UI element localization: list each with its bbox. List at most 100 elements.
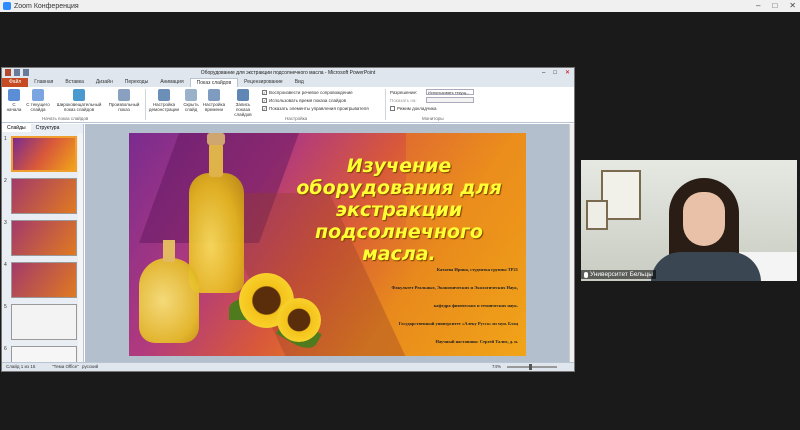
- zoom-window-title: Zoom Конференция: [14, 2, 79, 10]
- tab-outline-pane[interactable]: Структура: [31, 124, 65, 132]
- checkbox-checked-icon: ✓: [262, 90, 267, 95]
- slide-thumbnail[interactable]: [11, 262, 77, 298]
- microphone-icon: [584, 271, 588, 278]
- custom-show-button[interactable]: Произвольный показ: [106, 89, 142, 112]
- slide-thumbnail[interactable]: [11, 304, 77, 340]
- slide-thumbnail[interactable]: [11, 136, 77, 172]
- tab-home[interactable]: Главная: [28, 78, 59, 87]
- thumb-number: 3: [4, 220, 7, 226]
- tab-design[interactable]: Дизайн: [90, 78, 119, 87]
- slideshow-current-icon: [32, 89, 44, 101]
- slide-info-line: кафедра физических и технических наук.: [433, 303, 518, 308]
- slide-info-line: Катаева Ирина, студентка группы ТР21: [436, 267, 518, 272]
- slide-counter: Слайд 1 из 15: [6, 364, 36, 369]
- participant-body: [651, 252, 761, 281]
- rehearse-timings-button[interactable]: Настройка времени: [202, 89, 226, 112]
- group-separator: [145, 89, 146, 120]
- slide-thumbnail[interactable]: [11, 220, 77, 256]
- participant-namebar: Университет Бельцы: [581, 270, 656, 279]
- resolution-dropdown[interactable]: Использовать текущ...: [426, 89, 474, 95]
- group-monitors-label: Мониторы: [422, 116, 444, 121]
- checkbox-unchecked-icon: [390, 106, 395, 111]
- sunflower-image: [277, 298, 321, 342]
- tab-transitions[interactable]: Переходы: [119, 78, 154, 87]
- from-current-button[interactable]: С текущего слайда: [26, 89, 50, 112]
- ribbon: С начала С текущего слайда Широковещател…: [2, 87, 574, 123]
- ppt-titlebar: Оборудование для экстракции подсолнечног…: [2, 68, 574, 78]
- slide-info-line: Научный наставник: Сергей Талпэ, д. н.: [435, 339, 518, 344]
- broadcast-button[interactable]: Широковещательный показ слайдов: [54, 89, 104, 112]
- presenter-view-checkbox[interactable]: Режим докладчика: [390, 106, 436, 111]
- tab-review[interactable]: Рецензирование: [238, 78, 289, 87]
- slide-info-line: Факультет Реальных, Экономических и Экол…: [391, 285, 519, 290]
- ppt-minimize-icon[interactable]: –: [542, 68, 545, 78]
- tab-view[interactable]: Вид: [289, 78, 310, 87]
- tab-file[interactable]: Файл: [2, 78, 29, 87]
- slide-editor-area: Изучение оборудования для экстракции под…: [85, 124, 569, 364]
- checkbox-checked-icon: ✓: [262, 106, 267, 111]
- zoom-slider[interactable]: [507, 364, 557, 370]
- zoom-titlebar: Zoom Конференция – □ ✕: [0, 0, 800, 12]
- controls-checkbox[interactable]: ✓ Показать элементы управления проигрыват…: [262, 106, 369, 111]
- thumb-scrollbar[interactable]: [78, 133, 83, 363]
- participant-face: [683, 192, 725, 246]
- current-slide[interactable]: Изучение оборудования для экстракции под…: [129, 133, 526, 356]
- slideshow-icon: [8, 89, 20, 101]
- ppt-window-title: Оборудование для экстракции подсолнечног…: [200, 70, 376, 76]
- oil-bottle-small-image: [139, 240, 199, 343]
- tab-animations[interactable]: Анимация: [154, 78, 189, 87]
- zoom-slider-knob[interactable]: [529, 364, 532, 370]
- powerpoint-window: Оборудование для экстракции подсолнечног…: [1, 67, 575, 372]
- vertical-scrollbar[interactable]: [569, 124, 574, 364]
- theme-name: "Тема Office": [52, 364, 79, 369]
- narration-checkbox[interactable]: ✓ Воспроизвести речевое сопровождение: [262, 90, 353, 95]
- participant-video[interactable]: Университет Бельцы: [581, 160, 797, 281]
- zoom-logo-icon: [3, 2, 11, 10]
- resolution-label: Разрешение:: [390, 90, 418, 95]
- minimize-icon[interactable]: –: [756, 0, 760, 12]
- show-on-label: Показать на:: [390, 98, 417, 103]
- clock-icon: [208, 89, 220, 101]
- show-on-dropdown[interactable]: [426, 97, 474, 103]
- bottle-cork: [207, 133, 225, 145]
- slide-thumbnail[interactable]: [11, 178, 77, 214]
- status-bar: Слайд 1 из 15 "Тема Office" русский 74%: [2, 362, 574, 371]
- thumb-number: 1: [4, 136, 7, 142]
- ppt-maximize-icon[interactable]: □: [553, 68, 557, 78]
- timings-checkbox[interactable]: ✓ Использовать время показа слайдов: [262, 98, 346, 103]
- bottle-neck: [163, 240, 175, 262]
- tab-slideshow[interactable]: Показ слайдов: [189, 78, 239, 87]
- setup-show-button[interactable]: Настройка демонстрации: [148, 89, 180, 112]
- group-setup-label: Настройка: [285, 116, 308, 121]
- tab-slides-pane[interactable]: Слайды: [2, 124, 31, 132]
- slide-info-line: Государственный университет «Алеку Руссо…: [398, 321, 518, 326]
- setup-icon: [158, 89, 170, 101]
- ppt-close-icon[interactable]: ✕: [565, 68, 570, 78]
- zoom-level[interactable]: 74%: [492, 363, 501, 371]
- record-icon: [237, 89, 249, 101]
- slide-title: Изучение оборудования для экстракции под…: [296, 155, 502, 265]
- hide-slide-button[interactable]: Скрыть слайд: [182, 89, 200, 112]
- custom-show-icon: [118, 89, 130, 101]
- oil-bottle-image: [189, 133, 244, 293]
- thumb-number: 4: [4, 262, 7, 268]
- wall-frame: [586, 200, 608, 230]
- record-show-button[interactable]: Запись показа слайдов: [228, 89, 258, 117]
- language-indicator[interactable]: русский: [82, 363, 98, 371]
- participant-name: Университет Бельцы: [590, 271, 653, 278]
- close-icon[interactable]: ✕: [789, 0, 796, 12]
- thumb-number: 5: [4, 304, 7, 310]
- hide-slide-icon: [185, 89, 197, 101]
- slides-thumbnail-pane: Слайды Структура 1 2 3 4 5 6 7: [2, 124, 84, 371]
- thumb-number: 6: [4, 346, 7, 352]
- broadcast-icon: [73, 89, 85, 101]
- group-start-label: Начать показ слайдов: [42, 116, 89, 121]
- maximize-icon[interactable]: □: [772, 0, 777, 12]
- bottle-neck: [209, 143, 223, 177]
- ribbon-tabs: Файл Главная Вставка Дизайн Переходы Ани…: [2, 78, 574, 87]
- pane-tabs: Слайды Структура: [2, 124, 83, 132]
- tab-insert[interactable]: Вставка: [59, 78, 90, 87]
- group-separator: [385, 89, 386, 120]
- checkbox-checked-icon: ✓: [262, 98, 267, 103]
- from-start-button[interactable]: С начала: [5, 89, 23, 112]
